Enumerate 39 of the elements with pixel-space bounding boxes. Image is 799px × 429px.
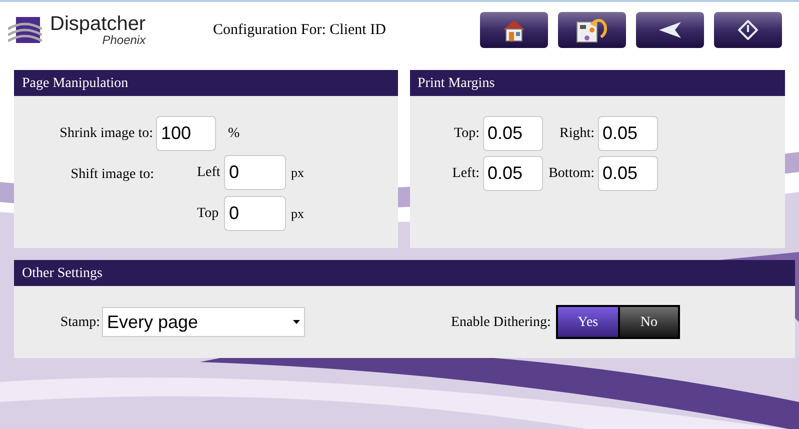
arrow-left-icon [659, 22, 681, 38]
input-field[interactable]: 0 [224, 155, 286, 190]
field-label: Shrink image to: [58, 125, 154, 143]
field-label: Top: [453, 125, 480, 143]
caret-icon [293, 320, 300, 324]
stamp-dropdown[interactable]: Every page [102, 307, 305, 337]
house-icon [501, 18, 527, 42]
panel-header: Page Manipulation [14, 70, 398, 96]
field-label: Left [197, 164, 222, 182]
diamond-icon [738, 20, 758, 40]
unit-label: px [291, 164, 304, 182]
toolbar-button[interactable] [558, 12, 626, 48]
field-label: Enable Dithering: [451, 314, 551, 332]
field-label: Stamp: [59, 314, 101, 332]
logo-icon [8, 15, 42, 45]
field-label: Right: [558, 125, 596, 143]
toolbar-button[interactable] [714, 12, 782, 48]
field-label: Shift image to: [70, 166, 154, 184]
panel-header: Other Settings [14, 260, 795, 286]
input-field[interactable]: 0.05 [598, 156, 658, 191]
logo-name: Dispatcher [50, 14, 146, 34]
input-field[interactable]: 0.05 [482, 116, 542, 151]
toolbar-button[interactable] [480, 12, 548, 48]
field-label: Left: [451, 165, 480, 183]
unit-label: % [228, 125, 240, 143]
diagram-undo-icon [575, 17, 609, 43]
input-field[interactable]: 0 [224, 196, 286, 231]
page-title: Configuration For: Client ID [213, 20, 387, 40]
toolbar-button[interactable] [636, 12, 704, 48]
unit-label: px [291, 204, 304, 223]
input-field[interactable]: 100 [156, 116, 216, 151]
toggle-option[interactable]: No [618, 307, 678, 337]
panel-header: Print Margins [410, 70, 785, 96]
toggle-option[interactable]: Yes [558, 307, 618, 337]
field-label: Top [197, 205, 220, 223]
logo-subtitle: Phoenix [102, 34, 146, 46]
input-field[interactable]: 0.05 [482, 156, 542, 191]
input-field[interactable]: 0.05 [598, 116, 658, 151]
field-label: Bottom: [548, 165, 596, 183]
